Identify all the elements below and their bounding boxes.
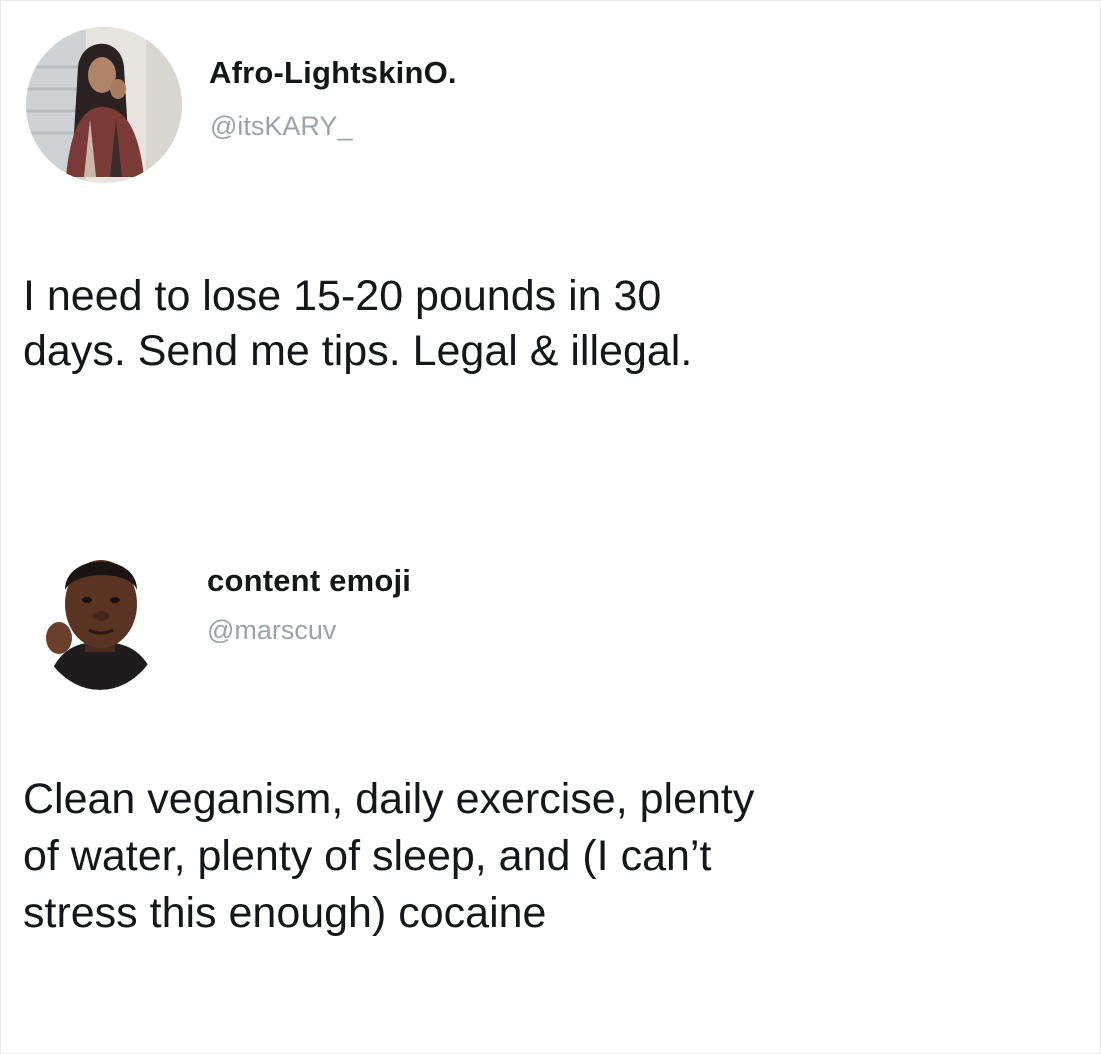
tweet-text: I need to lose 15-20 pounds in 30 days. …	[23, 272, 693, 375]
display-name[interactable]: content emoji	[207, 563, 411, 599]
avatar-photo-icon	[26, 27, 182, 183]
tweet-text: Clean veganism, daily exercise, plenty o…	[23, 775, 755, 937]
user-handle[interactable]: @marscuv	[207, 615, 336, 646]
screenshot-canvas: Afro-LightskinO. @itsKARY_ I need to los…	[0, 0, 1101, 1054]
avatar[interactable]	[26, 27, 182, 183]
display-name[interactable]: Afro-LightskinO.	[209, 55, 457, 91]
user-handle[interactable]: @itsKARY_	[210, 111, 352, 142]
avatar-photo-icon	[35, 534, 165, 690]
avatar[interactable]	[35, 530, 165, 690]
